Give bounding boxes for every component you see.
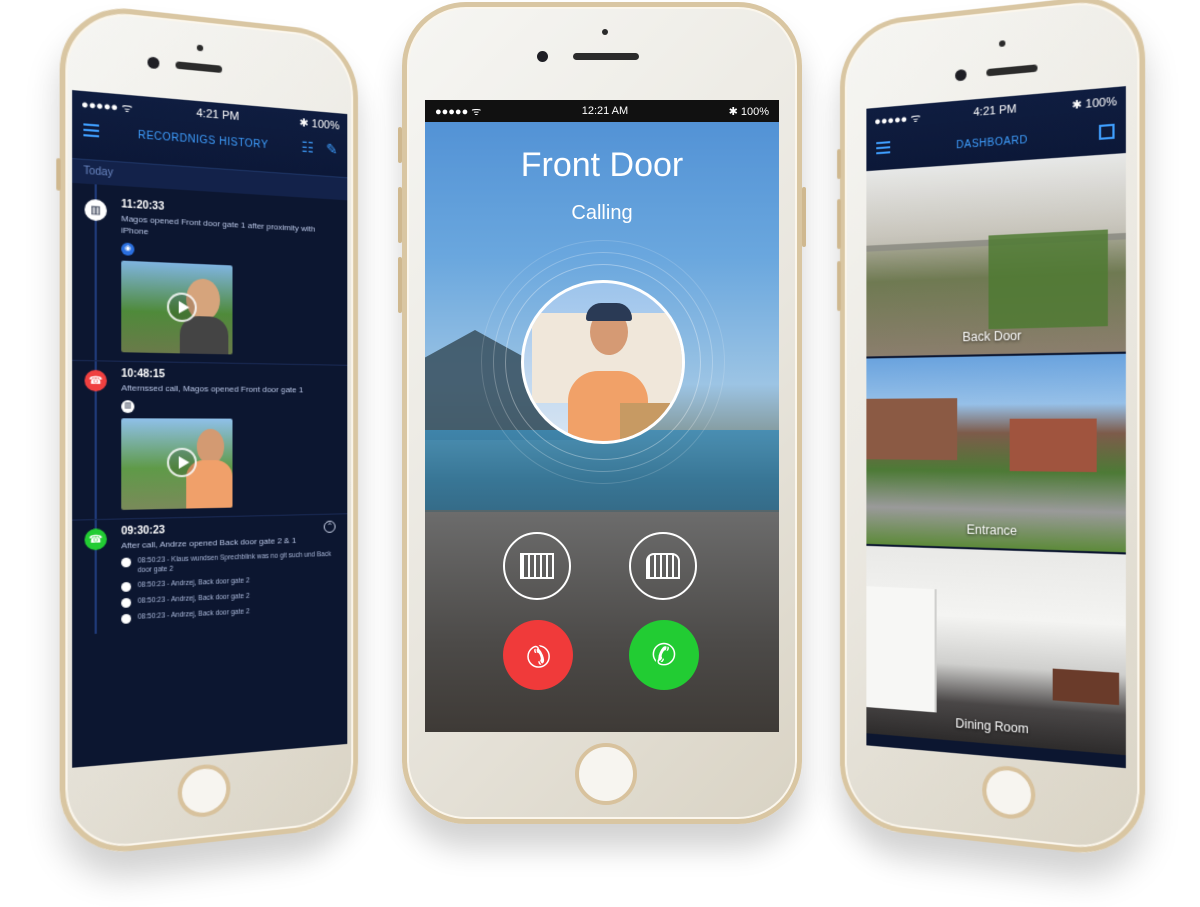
power-button	[802, 187, 806, 247]
event-description: Afternssed call, Magos opened Front door…	[121, 383, 304, 395]
page-title: RECORDNIGS HISTORY	[137, 129, 269, 152]
sub-entry-text: 08:50:23 - Andrzej, Back door gate 2	[137, 608, 250, 621]
recording-thumbnail[interactable]	[121, 260, 233, 355]
avatar-cap	[586, 303, 632, 321]
sub-entry-text: 08:50:23 - Klaus wundsen Sprechblink was…	[137, 550, 332, 575]
mute-switch	[398, 127, 402, 163]
list-item[interactable]: ☎ 10:48:15 Afternssed call, Magos opened…	[72, 360, 348, 521]
menu-icon[interactable]	[876, 141, 891, 155]
visitor-face	[196, 428, 225, 465]
sub-entry: 08:50:23 - Klaus wundsen Sprechblink was…	[121, 550, 337, 576]
camera-label: Entrance	[966, 522, 1018, 539]
visitor-body	[179, 315, 229, 355]
open-barrier-button[interactable]	[629, 532, 697, 600]
mute-switch	[837, 148, 841, 180]
list-item[interactable]: ☎ 09:30:23 ⌃ After call, Andrze opened B…	[72, 514, 347, 635]
camera-tile-entrance[interactable]: Entrance	[866, 353, 1126, 555]
gate-icon: ▥	[84, 198, 107, 222]
gate-icon	[121, 597, 132, 608]
front-camera	[537, 51, 548, 62]
home-button[interactable]	[982, 763, 1036, 822]
proximity-sensor	[602, 29, 608, 35]
status-time: 4:21 PM	[196, 107, 240, 124]
camera-tile-dining-room[interactable]: Dining Room	[866, 545, 1126, 756]
caller-name: Front Door	[520, 146, 684, 184]
gate-icon	[121, 613, 132, 624]
phone-dashboard: ●●●●● ᯤ 4:21 PM ✱ 100% DASHBOARD Back Do…	[837, 0, 1146, 860]
volume-down-button	[398, 257, 402, 313]
proximity-sensor	[196, 44, 204, 52]
caller-avatar	[521, 280, 685, 444]
phone-incoming-call: ●●●●● ᯤ 12:21 AM ✱ 100% Front Door Calli…	[398, 2, 806, 824]
call-status-text: Calling	[571, 202, 633, 224]
home-button[interactable]	[177, 762, 231, 820]
recording-thumbnail[interactable]	[121, 418, 233, 510]
gate-icon	[121, 557, 132, 568]
volume-up-button	[837, 198, 841, 250]
edit-pencil-icon[interactable]: ✎	[326, 140, 338, 158]
dashboard-screen: ●●●●● ᯤ 4:21 PM ✱ 100% DASHBOARD Back Do…	[866, 86, 1126, 769]
barrier-gate-icon	[646, 553, 680, 579]
event-time: 10:48:15	[121, 368, 165, 381]
carrier-signal: ●●●●● ᯤ	[435, 105, 482, 118]
house-facade	[866, 398, 958, 461]
camera-label: Back Door	[962, 328, 1022, 345]
sub-entry-text: 08:50:23 - Andrzej, Back door gate 2	[137, 577, 250, 590]
phone-icon: ✆	[651, 638, 677, 672]
accept-call-button[interactable]: ✆	[629, 620, 699, 690]
camera-label: Dining Room	[955, 716, 1029, 737]
stage: ●●●●● ᯤ 4:21 PM ✱ 100% RECORDNIGS HISTOR…	[0, 0, 1200, 907]
home-button[interactable]	[575, 743, 637, 805]
missed-call-icon: ☎	[84, 369, 107, 392]
timeline: ▥ 11:20:33 Magos opened Front door gate …	[72, 183, 348, 635]
avatar-parcel	[620, 403, 670, 439]
volume-down-button	[837, 260, 841, 312]
earpiece	[573, 53, 639, 60]
status-bar: ●●●●● ᯤ 4:21 PM ✱ 100%	[72, 90, 347, 132]
proximity-sensor	[999, 40, 1006, 48]
volume-up-button	[398, 187, 402, 243]
front-camera	[955, 68, 967, 82]
front-camera	[147, 56, 160, 70]
mute-switch	[56, 158, 61, 191]
call-icon: ☎	[84, 528, 107, 551]
hang-up-icon: ✆	[517, 634, 559, 676]
status-bar: ●●●●● ᯤ 12:21 AM ✱ 100%	[425, 100, 779, 122]
kitchen-cabinets	[866, 586, 937, 713]
menu-icon[interactable]	[83, 123, 100, 138]
carrier-signal: ●●●●● ᯤ	[81, 97, 133, 115]
battery-indicator: ✱ 100%	[1071, 94, 1117, 112]
decline-call-button[interactable]: ✆	[503, 620, 573, 690]
recordings-screen: ●●●●● ᯤ 4:21 PM ✱ 100% RECORDNIGS HISTOR…	[72, 90, 348, 768]
filter-icon[interactable]: ☷	[301, 138, 314, 156]
gate-icon: ▥	[121, 400, 135, 414]
status-time: 12:21 AM	[581, 105, 629, 117]
camera-tile-back-door[interactable]: Back Door	[866, 153, 1126, 359]
status-time: 4:21 PM	[973, 102, 1017, 120]
sub-entry-text: 08:50:23 - Andrzej, Back door gate 2	[137, 592, 250, 606]
earpiece	[986, 64, 1038, 77]
carrier-signal: ●●●●● ᯤ	[874, 111, 921, 128]
gate-icon	[520, 553, 554, 579]
play-icon[interactable]	[166, 292, 197, 323]
dining-table	[1052, 668, 1120, 706]
list-item[interactable]: ▥ 11:20:33 Magos opened Front door gate …	[72, 189, 348, 366]
phone-recordings-history: ●●●●● ᯤ 4:21 PM ✱ 100% RECORDNIGS HISTOR…	[56, 1, 359, 859]
call-screen: ●●●●● ᯤ 12:21 AM ✱ 100% Front Door Calli…	[425, 100, 779, 732]
status-bar: ●●●●● ᯤ 4:21 PM ✱ 100%	[866, 86, 1125, 128]
grid-view-icon[interactable]	[1098, 123, 1115, 140]
battery-indicator: ✱ 100%	[299, 116, 340, 132]
scene-terrace	[425, 512, 779, 732]
open-gate-button[interactable]	[503, 532, 571, 600]
house-facade	[1009, 418, 1097, 473]
garden-foliage	[988, 229, 1108, 330]
proximity-icon: ◉	[121, 242, 135, 256]
battery-indicator: ✱ 100%	[728, 105, 769, 118]
earpiece	[175, 61, 223, 74]
page-title: DASHBOARD	[956, 134, 1028, 152]
gate-icon	[121, 581, 132, 592]
